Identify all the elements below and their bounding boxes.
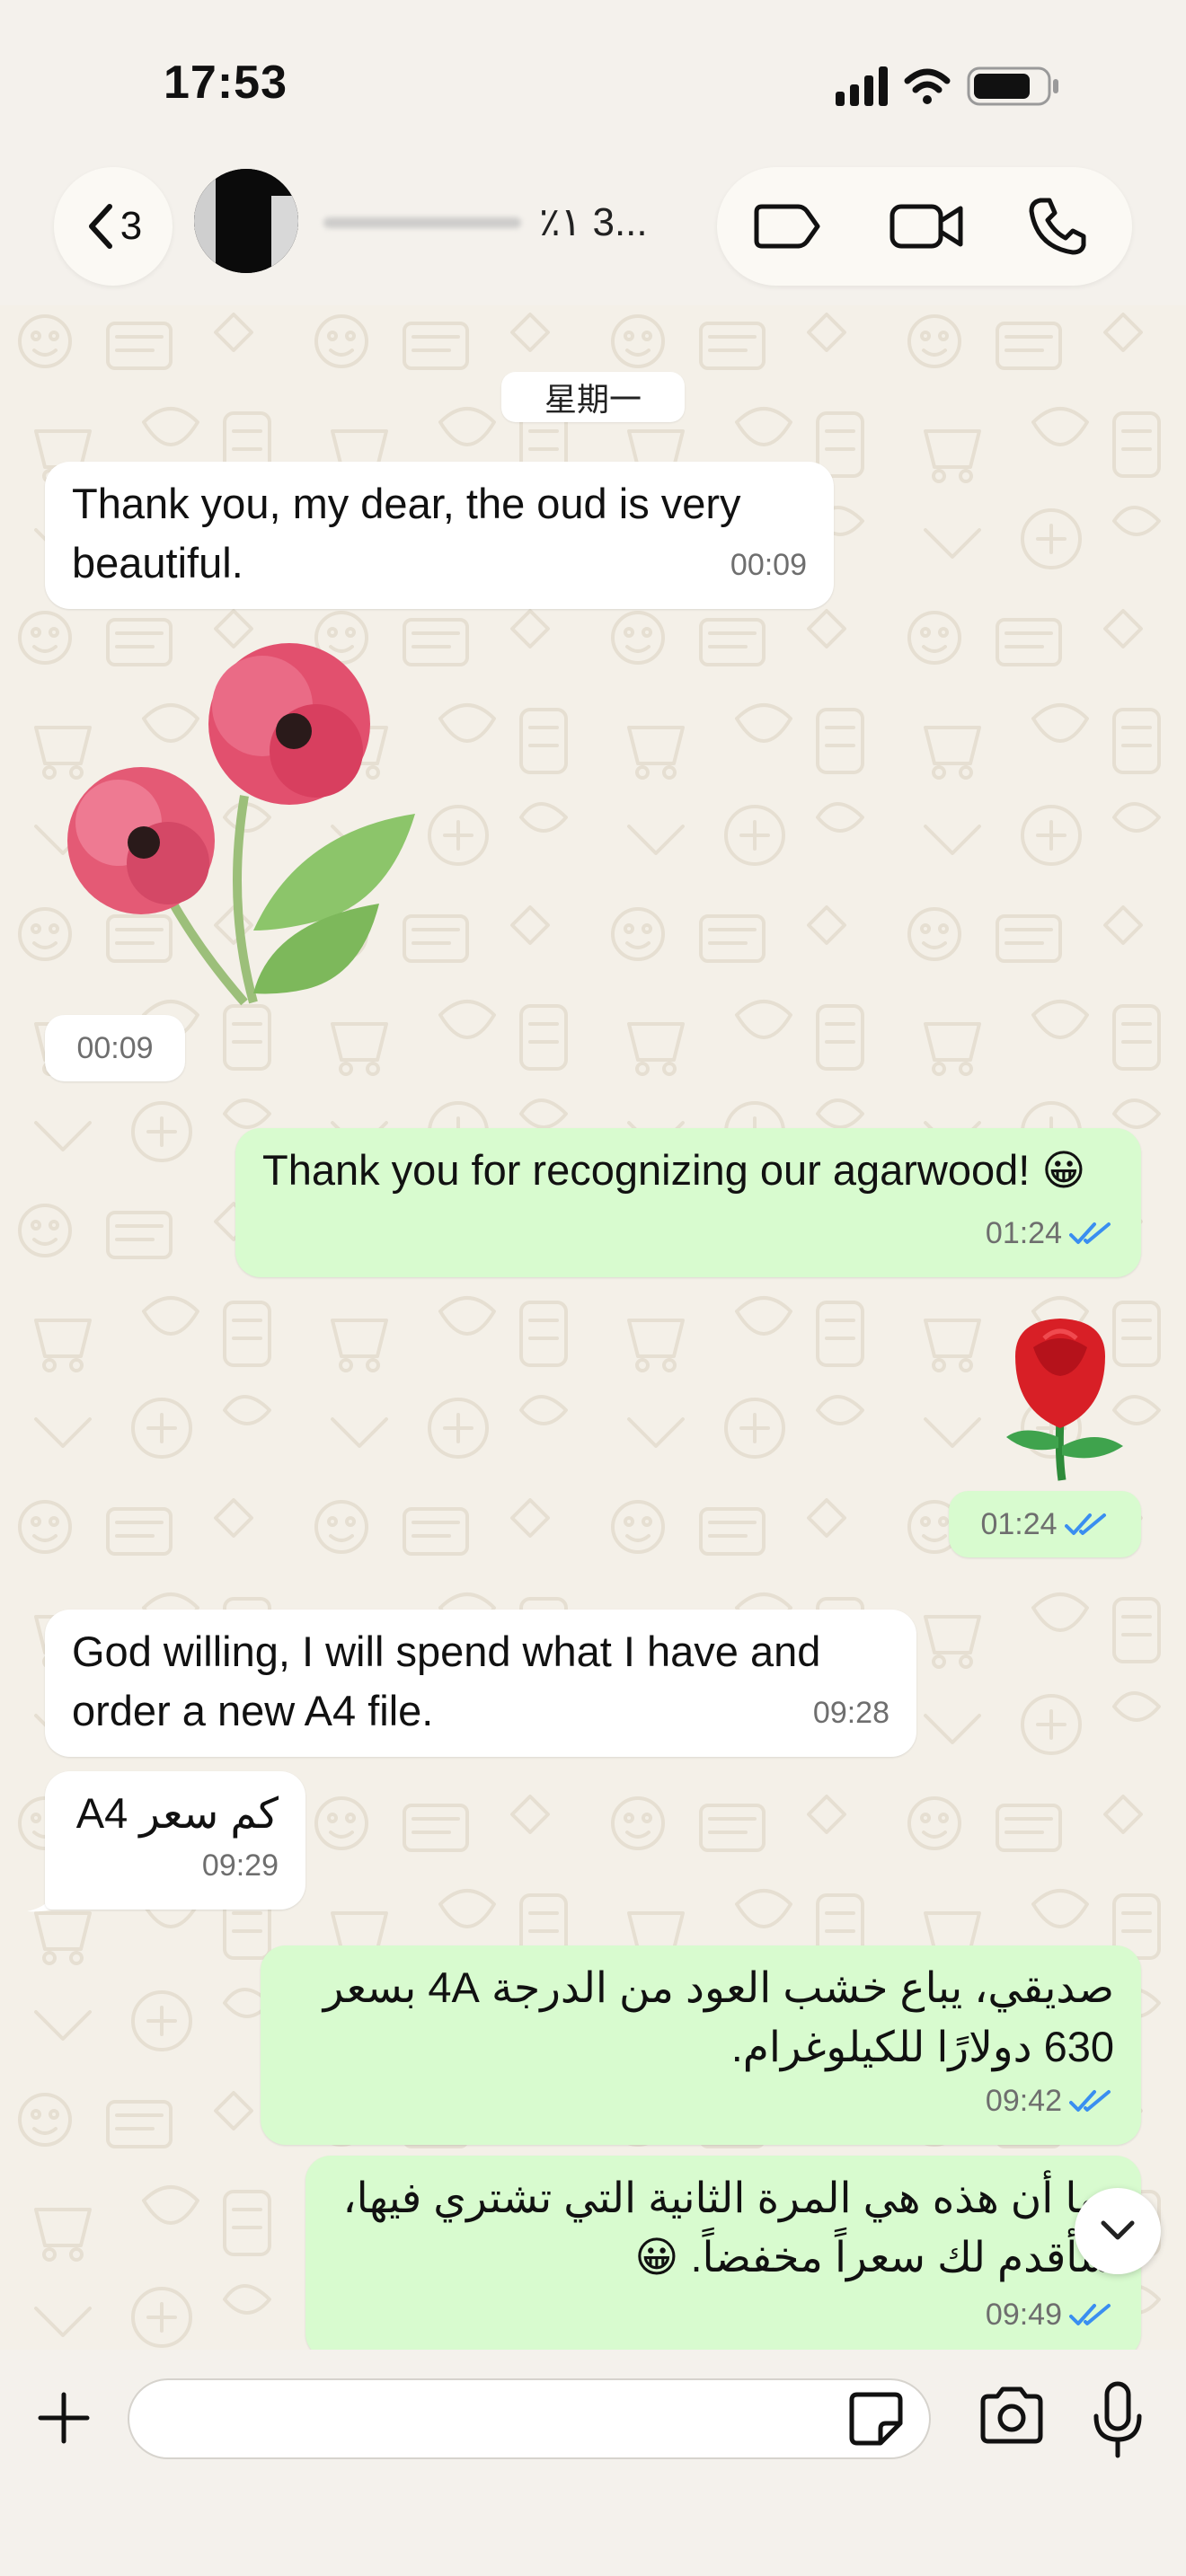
camera-icon bbox=[980, 2386, 1043, 2444]
message-meta: 00:09 bbox=[730, 535, 807, 595]
message-bubble-incoming[interactable]: كم سعر A4 09:29 bbox=[45, 1771, 305, 1910]
message-text: God willing, I will spend what I have an… bbox=[72, 1628, 821, 1734]
emoji-time-chip: 01:24 bbox=[949, 1491, 1141, 1557]
video-camera-icon bbox=[890, 204, 963, 249]
wifi-icon bbox=[904, 68, 951, 104]
rose-emoji bbox=[1006, 1319, 1123, 1481]
plus-icon bbox=[38, 2392, 90, 2444]
voice-call-button[interactable] bbox=[1017, 192, 1098, 260]
message-bubble-outgoing[interactable]: Thank you for recognizing our agarwood! … bbox=[235, 1128, 1141, 1277]
phone-icon bbox=[1029, 198, 1086, 255]
message-time: 09:42 bbox=[985, 2084, 1062, 2118]
contact-name[interactable]: ٪۱ 3... bbox=[539, 199, 648, 245]
message-text: بما أن هذه هي المرة الثانية التي تشتري ف… bbox=[342, 2174, 1114, 2280]
read-ticks-icon bbox=[1069, 2090, 1111, 2112]
message-time: 01:24 bbox=[985, 1216, 1062, 1250]
read-ticks-icon bbox=[1069, 2304, 1111, 2325]
microphone-button[interactable] bbox=[1091, 2380, 1145, 2461]
message-meta: 01:24 bbox=[986, 1204, 1114, 1263]
video-call-button[interactable] bbox=[886, 192, 967, 260]
message-text: كم سعر A4 bbox=[75, 1789, 279, 1837]
back-button[interactable]: 3 bbox=[54, 167, 173, 286]
read-ticks-icon bbox=[1069, 1222, 1111, 1244]
header-actions bbox=[717, 167, 1132, 286]
unread-count: 3 bbox=[119, 204, 143, 248]
microphone-icon bbox=[1093, 2381, 1142, 2458]
message-text: Thank you, my dear, the oud is very beau… bbox=[72, 480, 741, 587]
contact-avatar[interactable] bbox=[194, 169, 298, 273]
read-ticks-icon bbox=[1064, 1513, 1106, 1535]
message-bubble-outgoing[interactable]: بما أن هذه هي المرة الثانية التي تشتري ف… bbox=[305, 2156, 1141, 2359]
message-time: 00:09 bbox=[730, 548, 807, 582]
status-icons bbox=[836, 66, 1058, 106]
status-time: 17:53 bbox=[164, 57, 288, 109]
message-meta: 09:29 bbox=[202, 1836, 279, 1895]
camera-button[interactable] bbox=[978, 2386, 1046, 2454]
sticker-button[interactable] bbox=[846, 2389, 906, 2448]
message-time: 09:49 bbox=[985, 2298, 1062, 2332]
message-time: 09:28 bbox=[812, 1696, 890, 1730]
cellular-signal-icon bbox=[836, 66, 888, 106]
message-bubble-incoming[interactable]: Thank you, my dear, the oud is very beau… bbox=[45, 462, 834, 609]
date-divider: 星期一 bbox=[501, 372, 685, 422]
sticker-time-chip: 00:09 bbox=[45, 1015, 185, 1081]
message-text: صديقي، يباع خشب العود من الدرجة 4A بسعر … bbox=[323, 1963, 1114, 2070]
status-bar: 17:53 bbox=[0, 0, 1186, 153]
battery-icon bbox=[967, 66, 1058, 106]
label-button[interactable] bbox=[748, 192, 828, 260]
attach-button[interactable] bbox=[32, 2382, 95, 2454]
message-meta: 09:42 bbox=[986, 2071, 1114, 2130]
scroll-to-bottom-button[interactable] bbox=[1075, 2188, 1161, 2274]
poppy-flowers-sticker bbox=[67, 643, 415, 1006]
emoji-message[interactable] bbox=[979, 1311, 1141, 1482]
avatar-image bbox=[194, 169, 298, 273]
message-meta: 09:49 bbox=[986, 2285, 1114, 2344]
message-input[interactable] bbox=[128, 2378, 931, 2459]
message-bubble-outgoing[interactable]: صديقي، يباع خشب العود من الدرجة 4A بسعر … bbox=[261, 1945, 1141, 2145]
message-text: Thank you for recognizing our agarwood! … bbox=[262, 1146, 1086, 1194]
message-time: 09:29 bbox=[201, 1848, 279, 1883]
chevron-left-icon bbox=[88, 204, 112, 249]
message-bubble-incoming[interactable]: God willing, I will spend what I have an… bbox=[45, 1610, 916, 1757]
message-time: 00:09 bbox=[76, 1030, 154, 1065]
redacted-name-blur bbox=[323, 217, 521, 228]
sticker-message[interactable] bbox=[47, 634, 424, 1011]
message-time: 01:24 bbox=[980, 1506, 1058, 1541]
sticker-icon bbox=[849, 2392, 903, 2446]
chevron-down-icon bbox=[1101, 2220, 1135, 2240]
message-meta: 09:28 bbox=[813, 1683, 890, 1742]
label-tag-icon bbox=[754, 204, 820, 249]
